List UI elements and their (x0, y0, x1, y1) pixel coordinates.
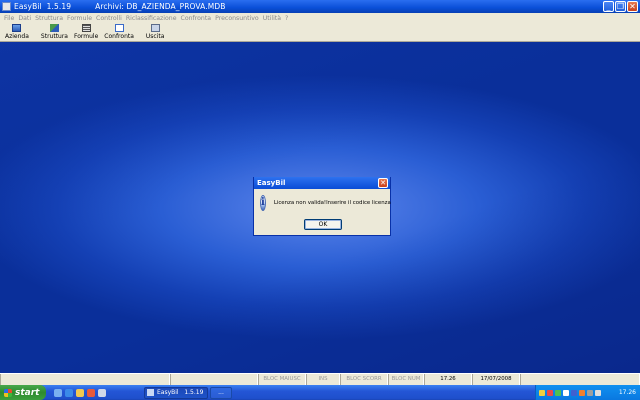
status-scroll: BLOC SCORR (340, 374, 388, 385)
menu-file[interactable]: File (2, 15, 16, 22)
dialog-close-button[interactable]: ✕ (378, 178, 388, 188)
tray-icon[interactable] (547, 389, 553, 396)
formula-icon (81, 24, 91, 32)
license-dialog: EasyBil ✕ i Licenza non valida!Inserire … (253, 177, 391, 236)
menu-controlli[interactable]: Controlli (94, 15, 124, 22)
windows-logo-icon (4, 388, 12, 397)
restore-button[interactable]: ❐ (615, 1, 626, 12)
menu-preconsuntivo[interactable]: Preconsuntivo (213, 15, 261, 22)
app-version: 1.5.19 (46, 2, 72, 11)
taskbar-item-label: EasyBil 1.5.19 (157, 389, 204, 396)
toolbar-label: Formule (74, 33, 99, 40)
menu-riclassificazione[interactable]: Riclassificazione (124, 15, 179, 22)
app-icon (147, 389, 154, 396)
dialog-title: EasyBil (257, 179, 286, 187)
dialog-titlebar[interactable]: EasyBil ✕ (254, 177, 390, 189)
tray-icon[interactable] (563, 389, 569, 396)
media-icon[interactable] (87, 388, 95, 397)
tray-icon[interactable] (579, 389, 585, 396)
window-titlebar[interactable]: EasyBil 1.5.19 Archivi: DB_AZIENDA_PROVA.… (0, 0, 640, 13)
start-label: start (15, 387, 40, 398)
toolbar: Azienda Struttura Formule Confronta Usci… (0, 23, 640, 42)
toolbar-confronta-button[interactable]: Confronta (101, 23, 137, 40)
window-title: EasyBil 1.5.19 Archivi: DB_AZIENDA_PROVA.… (14, 2, 225, 11)
status-caps: BLOC MAIUSC (258, 374, 306, 385)
desktop-icon[interactable] (54, 388, 62, 397)
tray-icon[interactable] (587, 389, 593, 396)
tray-icon[interactable] (555, 389, 561, 396)
exit-icon (150, 24, 160, 32)
clock[interactable]: 17.26 (619, 389, 636, 396)
menu-dati[interactable]: Dati (16, 15, 33, 22)
status-num: BLOC NUM (388, 374, 424, 385)
ok-button[interactable]: OK (304, 219, 342, 230)
toolbar-label: Uscita (145, 33, 165, 40)
tray-icon[interactable] (571, 389, 577, 396)
status-blank-panel (170, 374, 258, 385)
dialog-message: Licenza non valida!Inserire il codice li… (273, 200, 391, 206)
archive-path: Archivi: DB_AZIENDA_PROVA.MDB (95, 2, 226, 11)
info-icon: i (260, 195, 266, 211)
taskbar: start EasyBil 1.5.19 ... 17.26 (0, 385, 640, 400)
volume-icon[interactable] (595, 389, 601, 396)
toolbar-label: Confronta (104, 33, 134, 40)
status-message-panel (0, 374, 170, 385)
system-tray: 17.26 (535, 385, 640, 400)
toolbar-uscita-button[interactable]: Uscita (143, 23, 168, 40)
menu-confronta[interactable]: Confronta (179, 15, 214, 22)
app-quick-icon[interactable] (98, 388, 106, 397)
compare-icon (114, 24, 124, 32)
app-icon[interactable] (2, 2, 11, 11)
minimize-button[interactable]: _ (603, 1, 614, 12)
close-button[interactable]: ✕ (627, 1, 638, 12)
taskbar-item-other[interactable]: ... (210, 386, 232, 399)
taskbar-item-easybil[interactable]: EasyBil 1.5.19 (144, 386, 208, 399)
status-bar: BLOC MAIUSC INS BLOC SCORR BLOC NUM 17.2… (0, 373, 640, 385)
menu-help[interactable]: ? (283, 15, 290, 22)
menu-struttura[interactable]: Struttura (33, 15, 65, 22)
tray-icon[interactable] (539, 389, 545, 396)
toolbar-label: Azienda (5, 33, 29, 40)
toolbar-azienda-button[interactable]: Azienda (2, 23, 32, 40)
toolbar-struttura-button[interactable]: Struttura (38, 23, 71, 40)
status-time: 17.26 (424, 374, 472, 385)
toolbar-formule-button[interactable]: Formule (71, 23, 101, 40)
company-icon (12, 24, 22, 32)
menu-formule[interactable]: Formule (65, 15, 94, 22)
toolbar-label: Struttura (40, 33, 68, 40)
menu-utilita[interactable]: Utilità (261, 15, 283, 22)
quick-launch (54, 388, 106, 397)
menu-bar: File Dati Struttura Formule Controlli Ri… (0, 13, 640, 23)
explorer-icon[interactable] (76, 388, 84, 397)
structure-icon (49, 24, 59, 32)
ie-icon[interactable] (65, 388, 73, 397)
status-date: 17/07/2008 (472, 374, 520, 385)
status-filler (520, 374, 640, 385)
start-button[interactable]: start (0, 385, 46, 400)
status-ins: INS (306, 374, 340, 385)
app-name: EasyBil (14, 2, 42, 11)
